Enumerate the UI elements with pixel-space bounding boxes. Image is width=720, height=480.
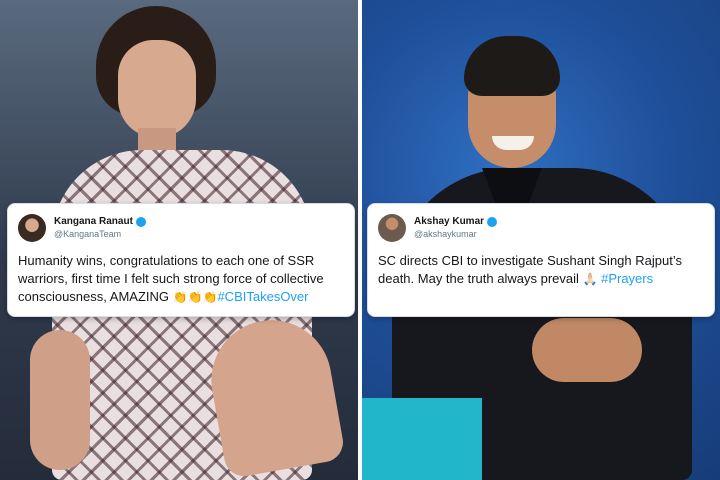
clapping-emoji: 👏👏👏 xyxy=(172,290,218,304)
verified-badge-icon xyxy=(487,216,498,227)
tweet-text: SC directs CBI to investigate Sushant Si… xyxy=(378,252,708,288)
hashtag-link[interactable]: #CBITakesOver xyxy=(217,289,308,304)
man-hands xyxy=(532,318,642,382)
avatar xyxy=(18,214,46,242)
cyan-seat xyxy=(362,398,482,480)
man-hair xyxy=(464,36,560,96)
tweet-author-handle: @KanganaTeam xyxy=(54,229,122,239)
tweet-card-akshay: Akshay Kumar @akshaykumar SC directs CBI… xyxy=(367,203,715,317)
woman-arm xyxy=(30,330,90,470)
woman-face xyxy=(118,40,196,138)
tweet-author-handle: @akshaykumar xyxy=(414,229,477,239)
tweet-text: Humanity wins, congratulations to each o… xyxy=(18,252,348,306)
praying-hands-emoji: 🙏🏻 xyxy=(582,272,598,286)
author-name-label: Akshay Kumar xyxy=(414,216,485,227)
verified-badge-icon xyxy=(135,216,146,227)
author-name-label: Kangana Ranaut xyxy=(54,216,133,227)
avatar xyxy=(378,214,406,242)
tweet-author-name: Kangana Ranaut xyxy=(54,216,146,227)
hashtag-link[interactable]: #Prayers xyxy=(601,271,653,286)
tweet-author-name: Akshay Kumar xyxy=(414,216,498,227)
tweet-card-kangana: Kangana Ranaut @KanganaTeam Humanity win… xyxy=(7,203,355,317)
